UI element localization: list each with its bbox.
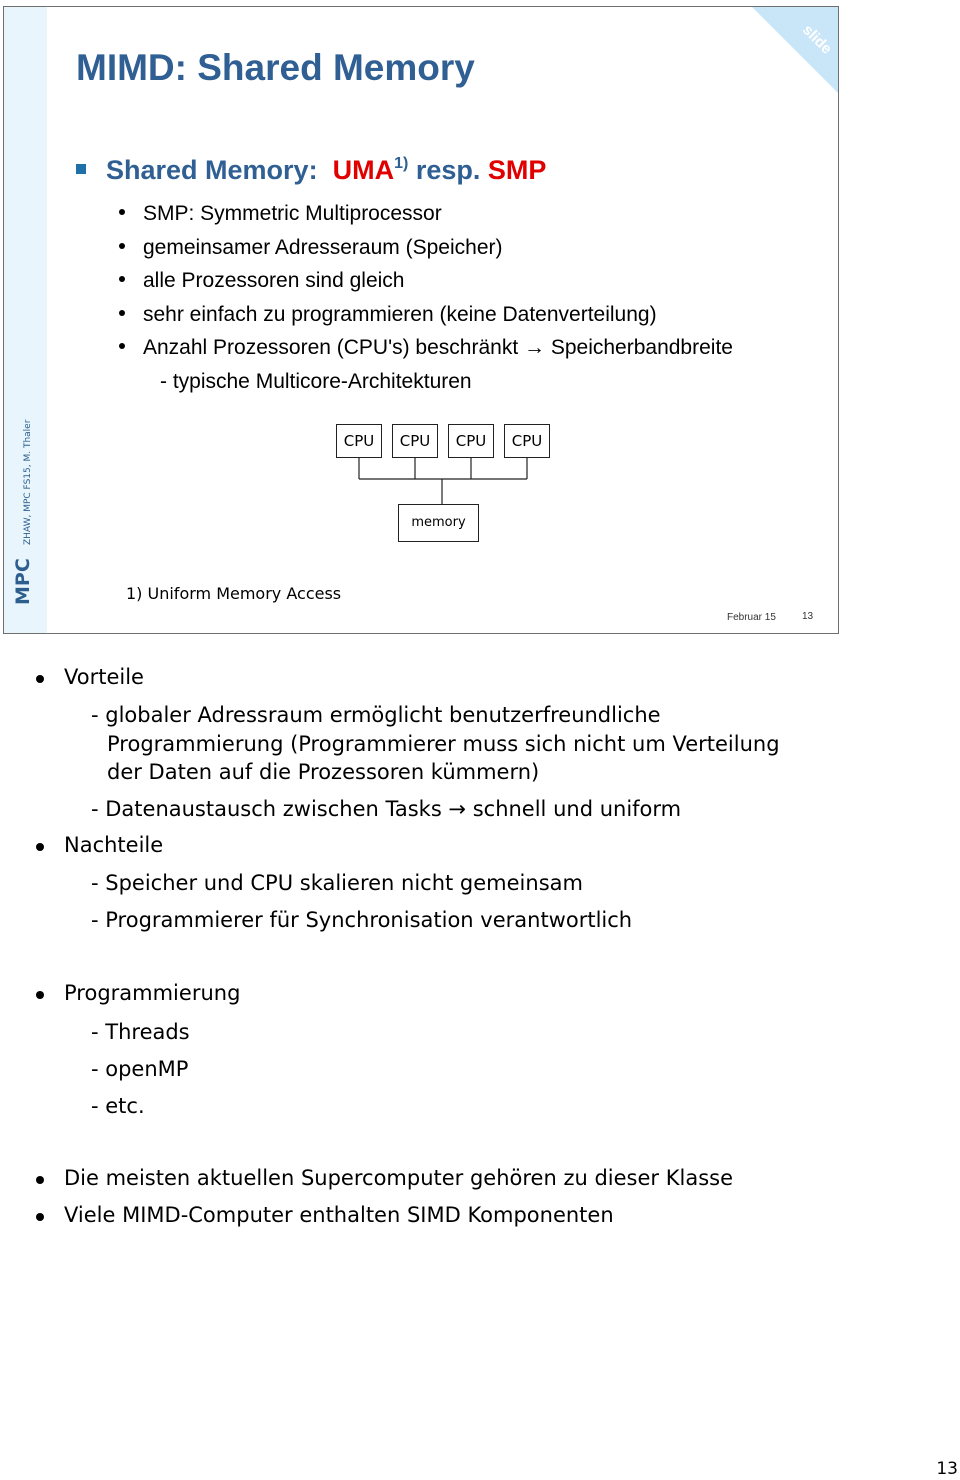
slide-footer-date: Februar 15 [727, 612, 776, 623]
bullet-label: Programmierung [64, 981, 241, 1005]
heading-footnote-marker: 1) [394, 155, 409, 172]
notes-sub-item: - globaler Adressraum ermöglicht benutze… [91, 701, 780, 787]
slide-bullet: Anzahl Prozessoren (CPU's) beschränkt → … [119, 331, 733, 365]
bullet-dot-icon [119, 276, 125, 283]
heading-smp: SMP [487, 155, 547, 185]
slide-bullet: gemeinsamer Adresseraum (Speicher) [119, 231, 733, 265]
notes-sub-item: - Speicher und CPU skalieren nicht gemei… [91, 871, 583, 895]
slide-bullet: alle Prozessoren sind gleich [119, 264, 733, 298]
bullet-text: alle Prozessoren sind gleich [143, 269, 405, 292]
heading-middle: resp. [415, 155, 481, 185]
sub-item-line: - Datenaustausch zwischen Tasks → schnel… [91, 797, 682, 821]
slide-bullet: sehr einfach zu programmieren (keine Dat… [119, 298, 733, 332]
notes-sub-item: - openMP [91, 1057, 189, 1081]
bullet-label: Nachteile [64, 833, 164, 857]
bullet-text: SMP: Symmetric Multiprocessor [143, 202, 442, 225]
cpu-box: CPU [336, 424, 382, 458]
slide-title: MIMD: Shared Memory [76, 47, 475, 88]
cpu-box: CPU [448, 424, 494, 458]
bullet-dot-icon [36, 843, 44, 851]
uma-diagram: CPU CPU CPU CPU memory [324, 421, 564, 551]
notes-sub-item: - Programmierer für Synchronisation vera… [91, 908, 633, 932]
bullet-dot-icon [119, 242, 125, 249]
cpu-box: CPU [504, 424, 550, 458]
sub-item-line: der Daten auf die Prozessoren kümmern) [107, 760, 540, 784]
square-bullet-icon [76, 163, 86, 174]
bullet-label: Viele MIMD-Computer enthalten SIMD Kompo… [64, 1203, 614, 1227]
sidebar-course-label: MPC [12, 558, 34, 605]
bullet-text: gemeinsamer Adresseraum (Speicher) [143, 235, 503, 259]
slide-frame: MPC ZHAW, MPC FS15, M. Thaler slide MIMD… [3, 6, 839, 634]
bullet-dot-icon [119, 343, 125, 350]
slide-footnote: 1) Uniform Memory Access [126, 584, 342, 603]
heading-prefix: Shared Memory: [106, 155, 318, 185]
notes-sub-item: - Threads [91, 1020, 190, 1044]
bullet-dot-icon [36, 1176, 44, 1184]
page-number: 13 [936, 1459, 958, 1479]
sub-item-line: - globaler Adressraum ermöglicht benutze… [91, 703, 661, 727]
bullet-label: Vorteile [64, 665, 144, 689]
heading-uma: UMA [332, 155, 395, 185]
bullet-dot-icon [36, 991, 44, 999]
sidebar-credit: ZHAW, MPC FS15, M. Thaler [23, 419, 33, 545]
cpu-box: CPU [392, 424, 438, 458]
slide-bullet: SMP: Symmetric Multiprocessor [119, 197, 733, 231]
bullet-dot-icon [36, 1213, 44, 1221]
bullet-label: Die meisten aktuellen Supercomputer gehö… [64, 1166, 733, 1190]
bullet-dot-icon [119, 309, 125, 316]
section-heading: Shared Memory: UMA1) resp. SMP [76, 155, 546, 186]
slide-bullet-list: SMP: Symmetric Multiprocessor gemeinsame… [119, 197, 733, 365]
bullet-dot-icon [119, 209, 125, 216]
bullet-text: Anzahl Prozessoren (CPU's) beschränkt → … [143, 336, 733, 359]
sub-item-line: Programmierung (Programmierer muss sich … [107, 731, 780, 756]
notes-sub-item: - etc. [91, 1094, 145, 1118]
slide-corner-badge: slide [752, 7, 838, 93]
slide-footer-number: 13 [802, 611, 814, 622]
bullet-dot-icon [36, 675, 44, 683]
memory-box: memory [398, 504, 479, 542]
notes-sub-item: - Datenaustausch zwischen Tasks → schnel… [91, 795, 681, 824]
slide-sub-bullet: - typische Multicore-Architekturen [160, 370, 472, 393]
bullet-text: sehr einfach zu programmieren (keine Dat… [143, 302, 657, 326]
